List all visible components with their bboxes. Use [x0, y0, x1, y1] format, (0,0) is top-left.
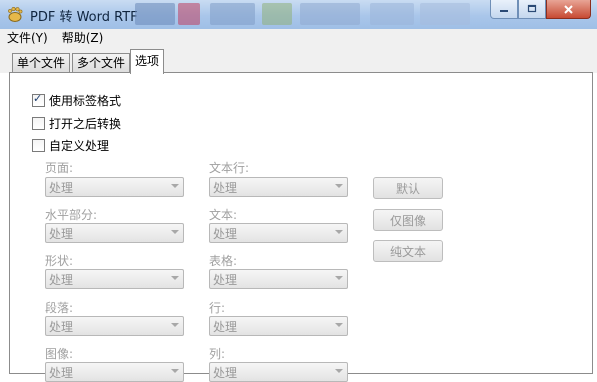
- window-controls: [490, 0, 591, 20]
- blurred-background: [420, 3, 470, 25]
- text-line-select[interactable]: 处理: [209, 177, 348, 197]
- text-line-label: 文本行:: [209, 161, 250, 175]
- minimize-icon: [500, 10, 508, 12]
- use-tag-format-label: 使用标签格式: [49, 94, 122, 108]
- chevron-down-icon: [171, 184, 179, 188]
- maximize-icon: [527, 4, 537, 13]
- default-button[interactable]: 默认: [373, 177, 443, 199]
- column-label: 列:: [209, 347, 226, 361]
- blurred-background: [135, 3, 175, 25]
- tab-options[interactable]: 选项: [130, 49, 165, 74]
- custom-processing-checkbox[interactable]: [32, 139, 45, 152]
- text-only-button[interactable]: 纯文本: [373, 240, 443, 262]
- minimize-button[interactable]: [490, 0, 518, 19]
- convert-after-open-option[interactable]: 打开之后转换: [32, 115, 121, 132]
- text-select-value: 处理: [213, 227, 238, 241]
- chevron-down-icon: [335, 230, 343, 234]
- table-select-value: 处理: [213, 273, 238, 287]
- use-tag-format-checkbox[interactable]: [32, 92, 45, 107]
- menu-file[interactable]: 文件(Y): [0, 29, 55, 48]
- shape-select-value: 处理: [49, 273, 74, 287]
- chevron-down-icon: [335, 184, 343, 188]
- image-label: 图像:: [45, 347, 74, 361]
- menu-help[interactable]: 帮助(Z): [55, 29, 111, 48]
- options-panel: 使用标签格式 打开之后转换 自定义处理 页面: 处理 水平部分: 处理 形状: …: [9, 72, 593, 382]
- chevron-down-icon: [171, 369, 179, 373]
- blurred-background: [178, 3, 200, 25]
- paragraph-select[interactable]: 处理: [45, 316, 184, 336]
- table-select[interactable]: 处理: [209, 269, 348, 289]
- shape-label: 形状:: [45, 254, 74, 268]
- horizontal-section-select-value: 处理: [49, 227, 74, 241]
- horizontal-section-select[interactable]: 处理: [45, 223, 184, 243]
- custom-processing-option[interactable]: 自定义处理: [32, 137, 109, 154]
- convert-after-open-label: 打开之后转换: [49, 117, 122, 131]
- blurred-background: [370, 3, 414, 25]
- menu-bar: 文件(Y) 帮助(Z): [0, 29, 597, 49]
- image-select[interactable]: 处理: [45, 362, 184, 382]
- text-line-select-value: 处理: [213, 181, 238, 195]
- title-bar[interactable]: PDF 转 Word RTF: [0, 0, 597, 29]
- page-select-value: 处理: [49, 181, 74, 195]
- table-label: 表格:: [209, 254, 238, 268]
- paragraph-select-value: 处理: [49, 320, 74, 334]
- blurred-background: [300, 3, 360, 25]
- chevron-down-icon: [335, 323, 343, 327]
- window-title: PDF 转 Word RTF: [30, 10, 138, 25]
- row-select-value: 处理: [213, 320, 238, 334]
- tab-multiple-files[interactable]: 多个文件: [72, 53, 131, 73]
- paragraph-label: 段落:: [45, 301, 74, 315]
- text-label: 文本:: [209, 208, 238, 222]
- close-button[interactable]: [546, 0, 591, 19]
- chevron-down-icon: [171, 230, 179, 234]
- blurred-background: [262, 3, 292, 25]
- column-select[interactable]: 处理: [209, 362, 348, 382]
- chevron-down-icon: [171, 323, 179, 327]
- row-select[interactable]: 处理: [209, 316, 348, 336]
- horizontal-section-label: 水平部分:: [45, 208, 98, 222]
- page-label: 页面:: [45, 161, 74, 175]
- chevron-down-icon: [335, 369, 343, 373]
- chevron-down-icon: [171, 276, 179, 280]
- row-label: 行:: [209, 301, 226, 315]
- shape-select[interactable]: 处理: [45, 269, 184, 289]
- tab-single-file[interactable]: 单个文件: [12, 53, 71, 73]
- close-icon: [564, 4, 573, 14]
- image-only-button[interactable]: 仅图像: [373, 209, 443, 231]
- chevron-down-icon: [335, 276, 343, 280]
- convert-after-open-checkbox[interactable]: [32, 117, 45, 130]
- tab-strip: 单个文件 多个文件 选项: [0, 48, 597, 74]
- blurred-background: [210, 3, 255, 25]
- custom-processing-label: 自定义处理: [49, 139, 110, 153]
- page-select[interactable]: 处理: [45, 177, 184, 197]
- maximize-button[interactable]: [518, 0, 546, 19]
- gnome-foot-icon: [8, 6, 23, 22]
- text-select[interactable]: 处理: [209, 223, 348, 243]
- use-tag-format-option[interactable]: 使用标签格式: [32, 92, 121, 109]
